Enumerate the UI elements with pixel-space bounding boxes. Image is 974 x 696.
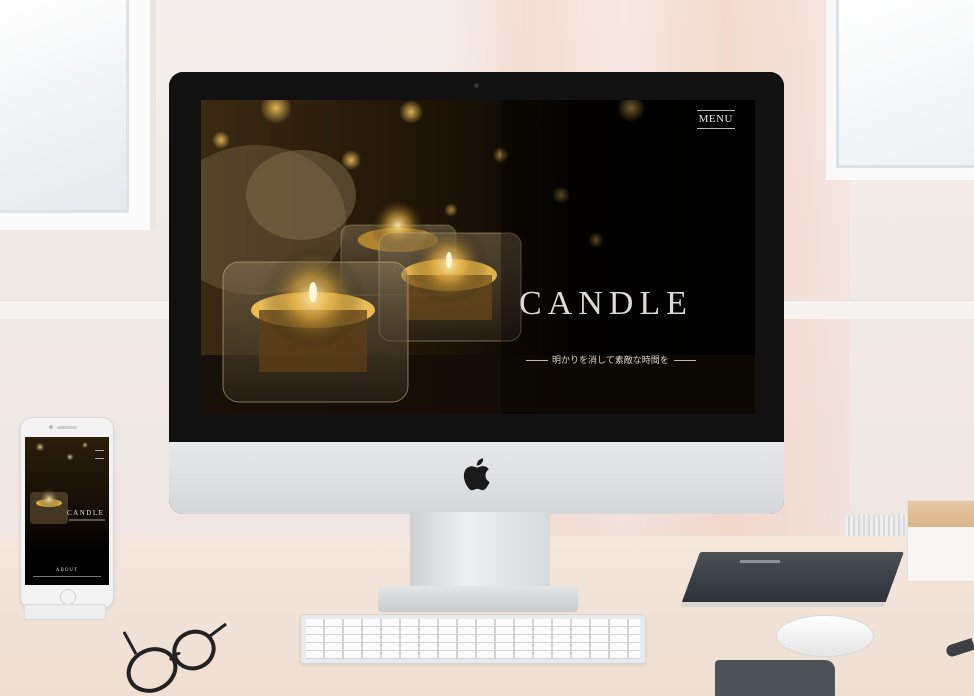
smartphone: CANDLE ABOUT: [20, 417, 114, 609]
mouse: [776, 615, 874, 657]
phone-about-rule: [33, 576, 101, 577]
phone-website-screen: CANDLE ABOUT: [25, 437, 109, 585]
tagline-text: 明かりを消して素敵な時間を: [552, 356, 669, 366]
glasses-icon: [122, 622, 227, 693]
notebook: [679, 552, 905, 607]
phone-stand: [24, 604, 106, 620]
camera-icon: [474, 83, 479, 88]
phone-tagline-bar: [69, 519, 105, 521]
hero-title: CANDLE: [519, 285, 693, 322]
window-left: [0, 0, 156, 230]
phone-home-button: [60, 589, 76, 605]
window-right: [826, 0, 974, 180]
radiator: [845, 515, 910, 537]
phone-about-heading: ABOUT: [55, 568, 79, 573]
menu-button[interactable]: MENU: [696, 110, 735, 129]
notebook-label: [740, 560, 780, 563]
cloth: [715, 660, 835, 696]
phone-speaker: [57, 426, 77, 429]
apple-logo-icon: [463, 458, 490, 491]
phone-camera-icon: [49, 425, 53, 429]
keyboard: [300, 614, 646, 664]
tagline-rule-right: [674, 360, 696, 361]
phone-menu-icon[interactable]: [95, 450, 104, 459]
imac-stand-foot: [378, 586, 578, 612]
website-screen: MENU CANDLE 明かりを消して素敵な時間を: [201, 100, 755, 414]
wooden-box: [907, 500, 974, 582]
phone-hero-title: CANDLE: [67, 509, 105, 517]
hero-tagline: 明かりを消して素敵な時間を: [526, 353, 696, 367]
tagline-rule-left: [526, 360, 548, 361]
